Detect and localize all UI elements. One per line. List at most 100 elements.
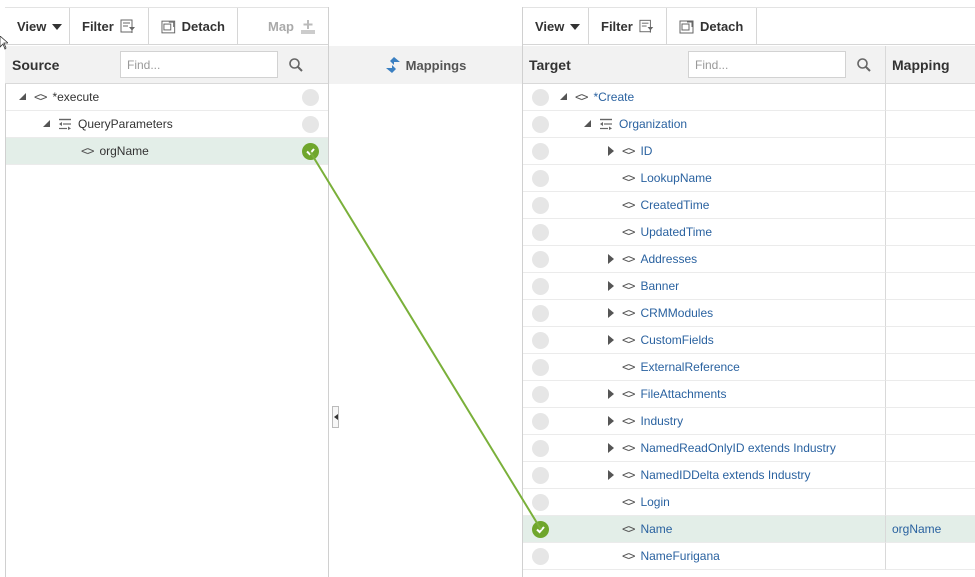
target-filter-button[interactable]: Filter	[589, 8, 667, 45]
target-tree-row[interactable]: <> NamedIDDelta extends Industry	[523, 462, 885, 489]
expanded-icon[interactable]	[584, 119, 591, 127]
mapping-cell[interactable]	[885, 489, 975, 516]
unmapped-circle-icon[interactable]	[532, 116, 549, 133]
mapping-cell[interactable]: orgName	[885, 516, 975, 543]
collapsed-icon[interactable]	[608, 416, 614, 426]
element-icon: <>	[622, 171, 635, 185]
search-icon[interactable]	[288, 57, 304, 73]
unmapped-circle-icon[interactable]	[532, 548, 549, 565]
unmapped-circle-icon[interactable]	[532, 332, 549, 349]
mapping-cell[interactable]	[885, 165, 975, 192]
mapping-cell[interactable]	[885, 84, 975, 111]
collapsed-icon[interactable]	[608, 254, 614, 264]
target-tree-row[interactable]: <> NameFurigana	[523, 543, 885, 570]
unmapped-circle-icon[interactable]	[532, 413, 549, 430]
collapsed-icon[interactable]	[608, 470, 614, 480]
mapping-cell[interactable]	[885, 327, 975, 354]
target-tree-row[interactable]: <> *Create	[523, 84, 885, 111]
target-tree-row[interactable]: <> Name	[523, 516, 885, 543]
unmapped-circle-icon[interactable]	[532, 494, 549, 511]
source-view-menu[interactable]: View	[5, 8, 70, 45]
unmapped-circle-icon[interactable]	[532, 224, 549, 241]
target-node-label: Login	[640, 495, 670, 509]
mapping-cell[interactable]	[885, 138, 975, 165]
mapped-check-icon[interactable]	[302, 143, 319, 160]
unmapped-circle-icon[interactable]	[532, 251, 549, 268]
collapsed-icon[interactable]	[608, 389, 614, 399]
target-tree-row[interactable]: <> FileAttachments	[523, 381, 885, 408]
source-find-input[interactable]: Find...	[120, 51, 278, 78]
target-node-label: Addresses	[640, 252, 698, 266]
unmapped-circle-icon[interactable]	[302, 116, 319, 133]
filter-icon	[120, 19, 135, 33]
source-detach-button[interactable]: Detach	[149, 8, 238, 45]
source-title: Source	[12, 56, 60, 73]
target-tree-row[interactable]: <> LookupName	[523, 165, 885, 192]
mapping-cell[interactable]	[885, 381, 975, 408]
target-tree-row[interactable]: <> Addresses	[523, 246, 885, 273]
unmapped-circle-icon[interactable]	[302, 89, 319, 106]
map-button[interactable]: Map	[238, 8, 328, 45]
target-tree-row[interactable]: <> Industry	[523, 408, 885, 435]
unmapped-circle-icon[interactable]	[532, 467, 549, 484]
target-node-label: Organization	[619, 117, 688, 131]
target-tree-row[interactable]: <> Login	[523, 489, 885, 516]
target-find-input[interactable]: Find...	[688, 51, 846, 78]
unmapped-circle-icon[interactable]	[532, 359, 549, 376]
collapsed-icon[interactable]	[608, 281, 614, 291]
collapsed-icon[interactable]	[608, 308, 614, 318]
source-tree-row[interactable]: QueryParameters	[6, 111, 328, 138]
expanded-icon[interactable]	[560, 92, 567, 100]
unmapped-circle-icon[interactable]	[532, 305, 549, 322]
target-tree-row[interactable]: <> CreatedTime	[523, 192, 885, 219]
target-tree-row[interactable]: <> ID	[523, 138, 885, 165]
unmapped-circle-icon[interactable]	[532, 143, 549, 160]
mapping-cell[interactable]	[885, 273, 975, 300]
target-tree-row[interactable]: <> ExternalReference	[523, 354, 885, 381]
mapping-cell[interactable]	[885, 435, 975, 462]
collapsed-icon[interactable]	[608, 146, 614, 156]
target-detach-button[interactable]: Detach	[667, 8, 757, 45]
mapping-cell[interactable]	[885, 246, 975, 273]
target-view-menu[interactable]: View	[523, 8, 589, 45]
unmapped-circle-icon[interactable]	[532, 278, 549, 295]
mapping-cell[interactable]	[885, 462, 975, 489]
search-icon[interactable]	[856, 57, 872, 73]
target-tree-row[interactable]: <> CRMModules	[523, 300, 885, 327]
source-tree-row[interactable]: <> *execute	[6, 84, 328, 111]
expanded-icon[interactable]	[43, 119, 50, 127]
target-detach-label: Detach	[700, 19, 744, 34]
target-node-label: UpdatedTime	[640, 225, 713, 239]
unmapped-circle-icon[interactable]	[532, 386, 549, 403]
source-view-label: View	[17, 19, 47, 34]
mapping-cell[interactable]	[885, 192, 975, 219]
mapping-cell[interactable]	[885, 408, 975, 435]
target-tree-row[interactable]: <> UpdatedTime	[523, 219, 885, 246]
expanded-icon[interactable]	[19, 92, 26, 100]
unmapped-circle-icon[interactable]	[532, 440, 549, 457]
collapse-handle[interactable]	[332, 406, 339, 428]
mapping-cell[interactable]	[885, 354, 975, 381]
unmapped-circle-icon[interactable]	[532, 89, 549, 106]
mapping-cell[interactable]	[885, 219, 975, 246]
unmapped-circle-icon[interactable]	[532, 197, 549, 214]
target-tree-row[interactable]: <> NamedReadOnlyID extends Industry	[523, 435, 885, 462]
mapping-cell[interactable]	[885, 543, 975, 570]
source-filter-button[interactable]: Filter	[70, 8, 149, 45]
target-toolbar: View Filter Detach	[523, 7, 975, 45]
target-node-label: CRMModules	[640, 306, 714, 320]
target-tree-row[interactable]: <> Banner	[523, 273, 885, 300]
target-tree-row[interactable]: <> CustomFields	[523, 327, 885, 354]
source-node-label: orgName	[99, 144, 149, 158]
source-tree-row[interactable]: <> orgName	[6, 138, 328, 165]
mapping-cell[interactable]	[885, 300, 975, 327]
mapped-check-icon[interactable]	[532, 521, 549, 538]
mappings-icon	[385, 57, 400, 73]
unmapped-circle-icon[interactable]	[532, 170, 549, 187]
target-tree-row[interactable]: Organization	[523, 111, 885, 138]
collapsed-icon[interactable]	[608, 443, 614, 453]
mapping-cell[interactable]	[885, 111, 975, 138]
collapsed-icon[interactable]	[608, 335, 614, 345]
target-node-label: Name	[640, 522, 673, 536]
target-node-label: *Create	[593, 90, 635, 104]
